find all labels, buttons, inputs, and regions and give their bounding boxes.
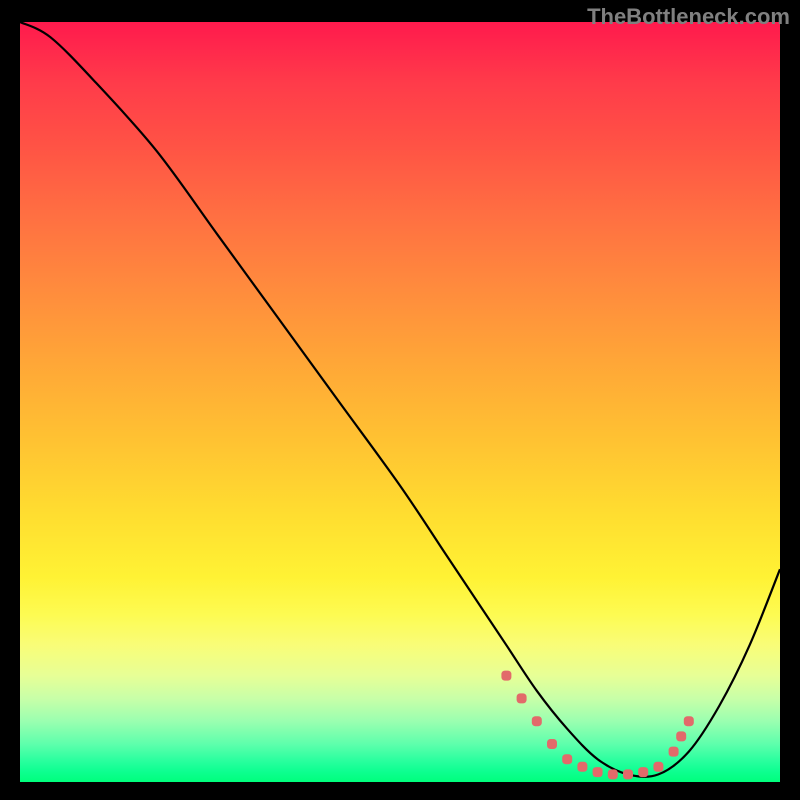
optimal-marker	[623, 769, 633, 779]
optimal-marker	[684, 716, 694, 726]
optimal-marker	[638, 767, 648, 777]
optimal-range-markers	[20, 22, 780, 782]
optimal-marker	[501, 671, 511, 681]
optimal-marker	[517, 693, 527, 703]
watermark-text: TheBottleneck.com	[587, 4, 790, 30]
optimal-marker	[562, 754, 572, 764]
optimal-marker	[547, 739, 557, 749]
optimal-marker	[532, 716, 542, 726]
chart-container: TheBottleneck.com	[0, 0, 800, 800]
optimal-marker	[676, 731, 686, 741]
optimal-marker	[608, 769, 618, 779]
optimal-marker	[593, 767, 603, 777]
optimal-marker	[669, 747, 679, 757]
plot-area	[20, 22, 780, 782]
optimal-marker	[653, 762, 663, 772]
optimal-marker	[577, 762, 587, 772]
